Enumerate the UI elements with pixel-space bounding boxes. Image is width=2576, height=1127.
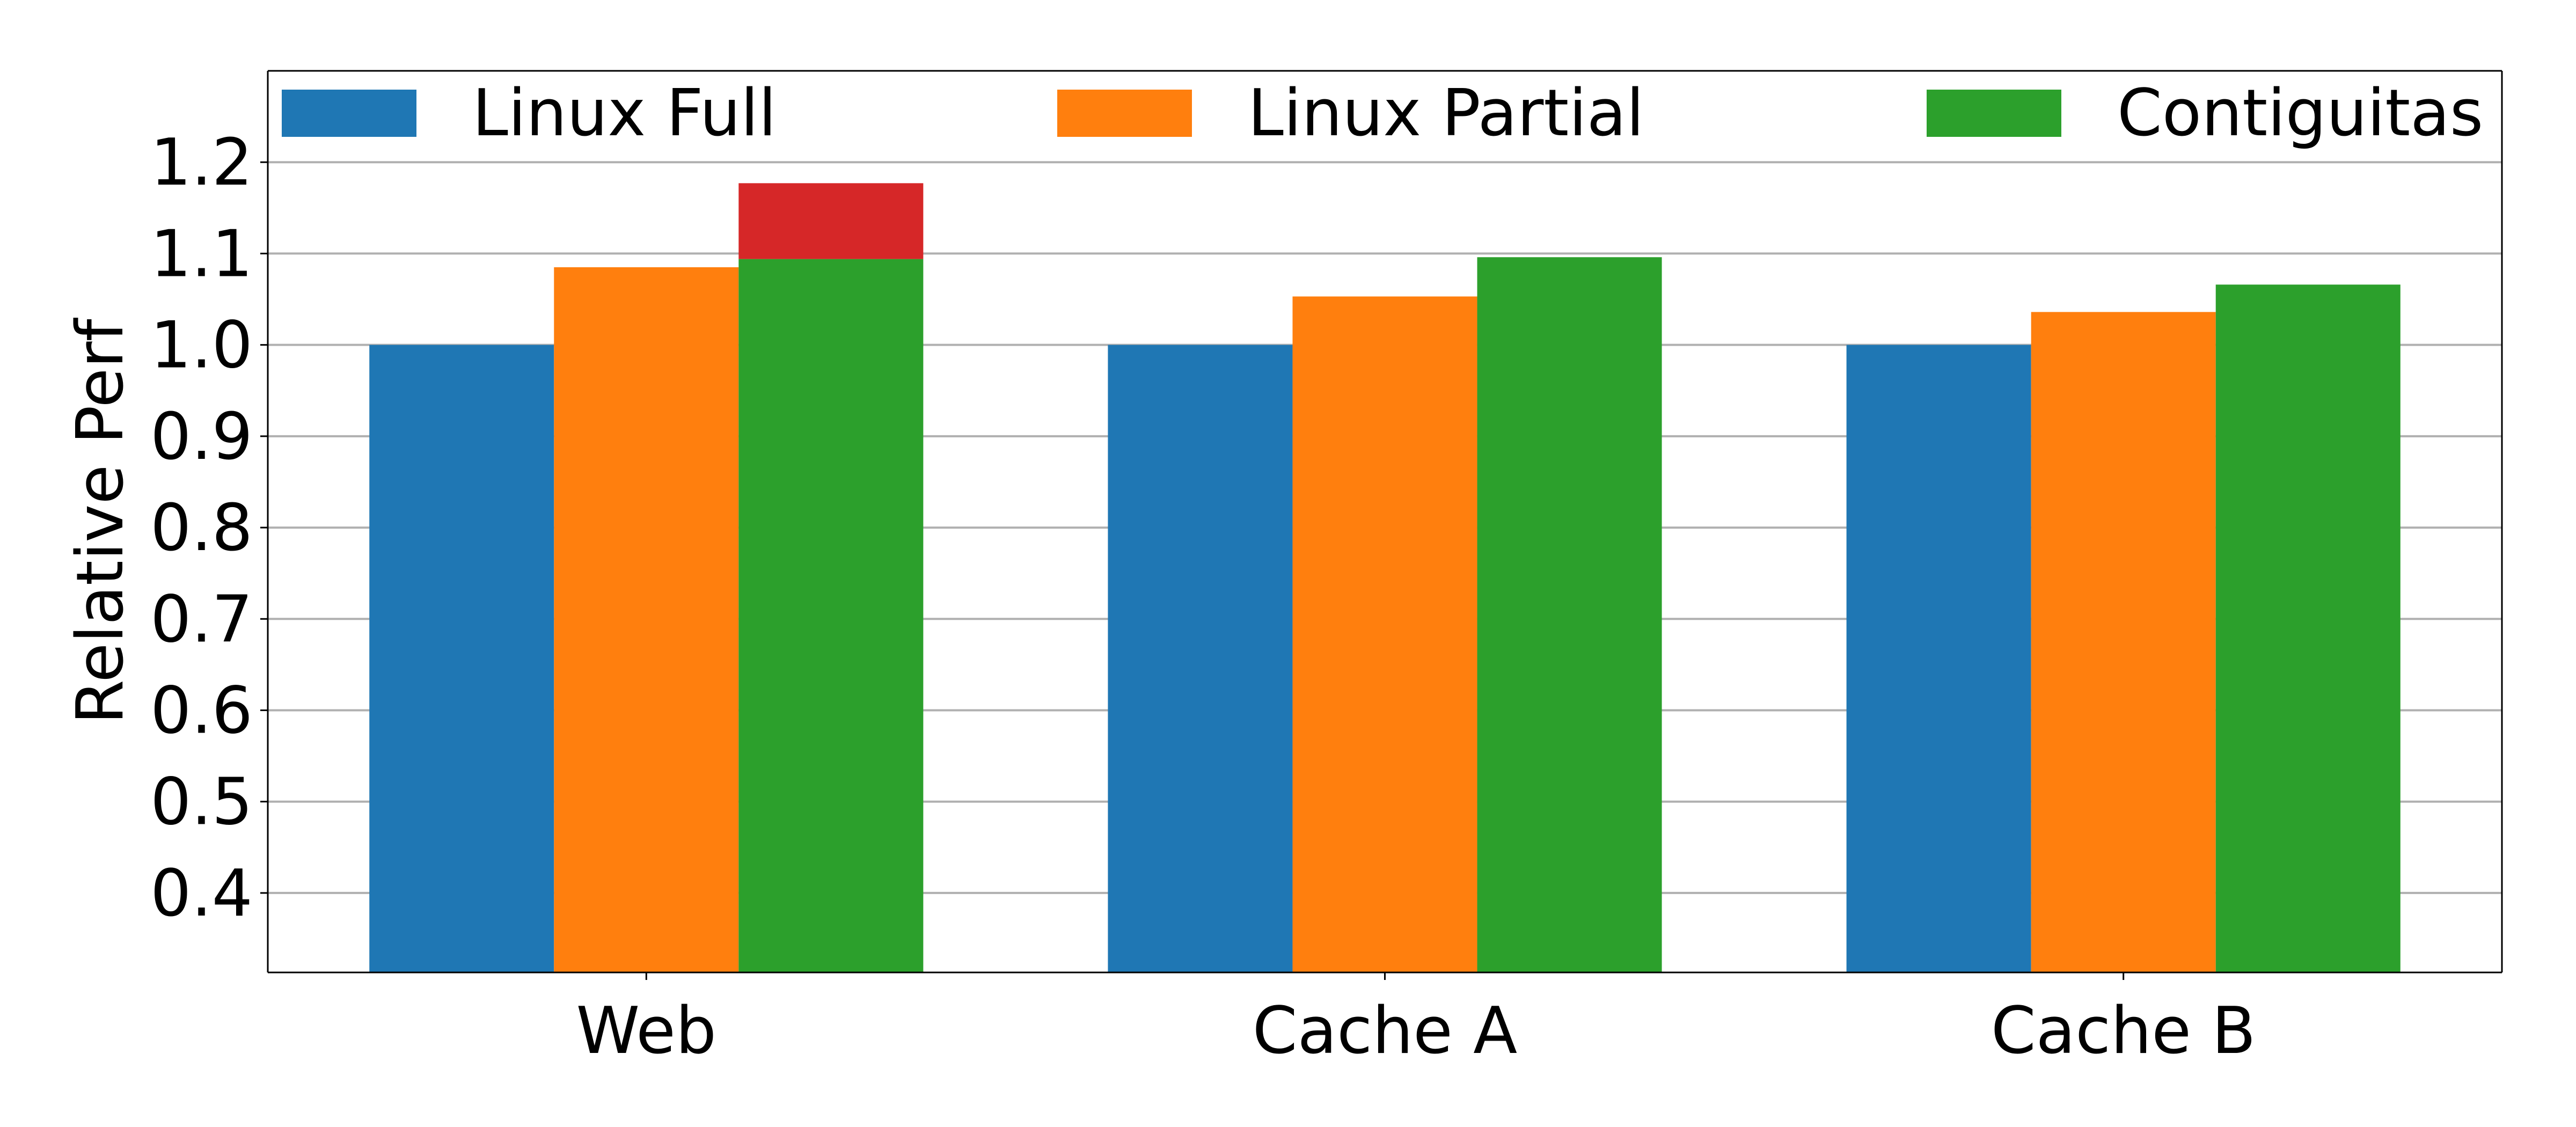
legend-swatch bbox=[282, 90, 416, 137]
x-tick-label: Web bbox=[576, 994, 716, 1069]
y-tick-label: 0.5 bbox=[150, 765, 253, 840]
legend-swatch bbox=[1057, 90, 1192, 137]
bar-linux-partial-web bbox=[554, 267, 739, 972]
bar-linux-full-cache-a bbox=[1108, 345, 1293, 972]
legend-label: Linux Full bbox=[472, 76, 777, 151]
y-tick-label: 1.1 bbox=[150, 217, 253, 291]
legend: Linux Full Linux Partial Contiguitas bbox=[282, 76, 2483, 151]
bar-linux-partial-cache-a bbox=[1292, 296, 1477, 972]
y-tick-label: 0.7 bbox=[150, 582, 253, 657]
y-tick-label: 0.8 bbox=[150, 491, 253, 566]
x-tick-label: Cache A bbox=[1253, 994, 1517, 1069]
y-axis-label: Relative Perf bbox=[63, 317, 138, 724]
x-ticks: Web Cache A Cache B bbox=[576, 972, 2256, 1069]
legend-label: Linux Partial bbox=[1248, 76, 1644, 151]
y-ticks: 0.4 0.5 0.6 0.7 0.8 0.9 1.0 1.1 1.2 bbox=[150, 126, 268, 931]
legend-swatch bbox=[1927, 90, 2061, 137]
legend-label: Contiguitas bbox=[2117, 76, 2483, 151]
y-tick-label: 1.2 bbox=[150, 126, 253, 200]
x-tick-label: Cache B bbox=[1991, 994, 2256, 1069]
bar-linux-full-web bbox=[369, 345, 554, 972]
y-tick-label: 1.0 bbox=[150, 309, 253, 383]
bar-contiguitas-cache-a bbox=[1477, 257, 1662, 973]
bar-extra-segment bbox=[738, 183, 924, 259]
y-tick-label: 0.9 bbox=[150, 400, 253, 474]
bar-chart: 0.4 0.5 0.6 0.7 0.8 0.9 1.0 1.1 1.2 Web Cache A Ca… bbox=[63, 70, 2503, 1069]
y-tick-label: 0.6 bbox=[150, 674, 253, 748]
bar-contiguitas-web bbox=[738, 259, 924, 972]
bar-linux-partial-cache-b bbox=[2031, 312, 2216, 972]
bar-linux-full-cache-b bbox=[1846, 345, 2031, 972]
bars bbox=[369, 183, 2401, 973]
bar-contiguitas-cache-b bbox=[2215, 284, 2401, 972]
y-tick-label: 0.4 bbox=[150, 857, 253, 931]
